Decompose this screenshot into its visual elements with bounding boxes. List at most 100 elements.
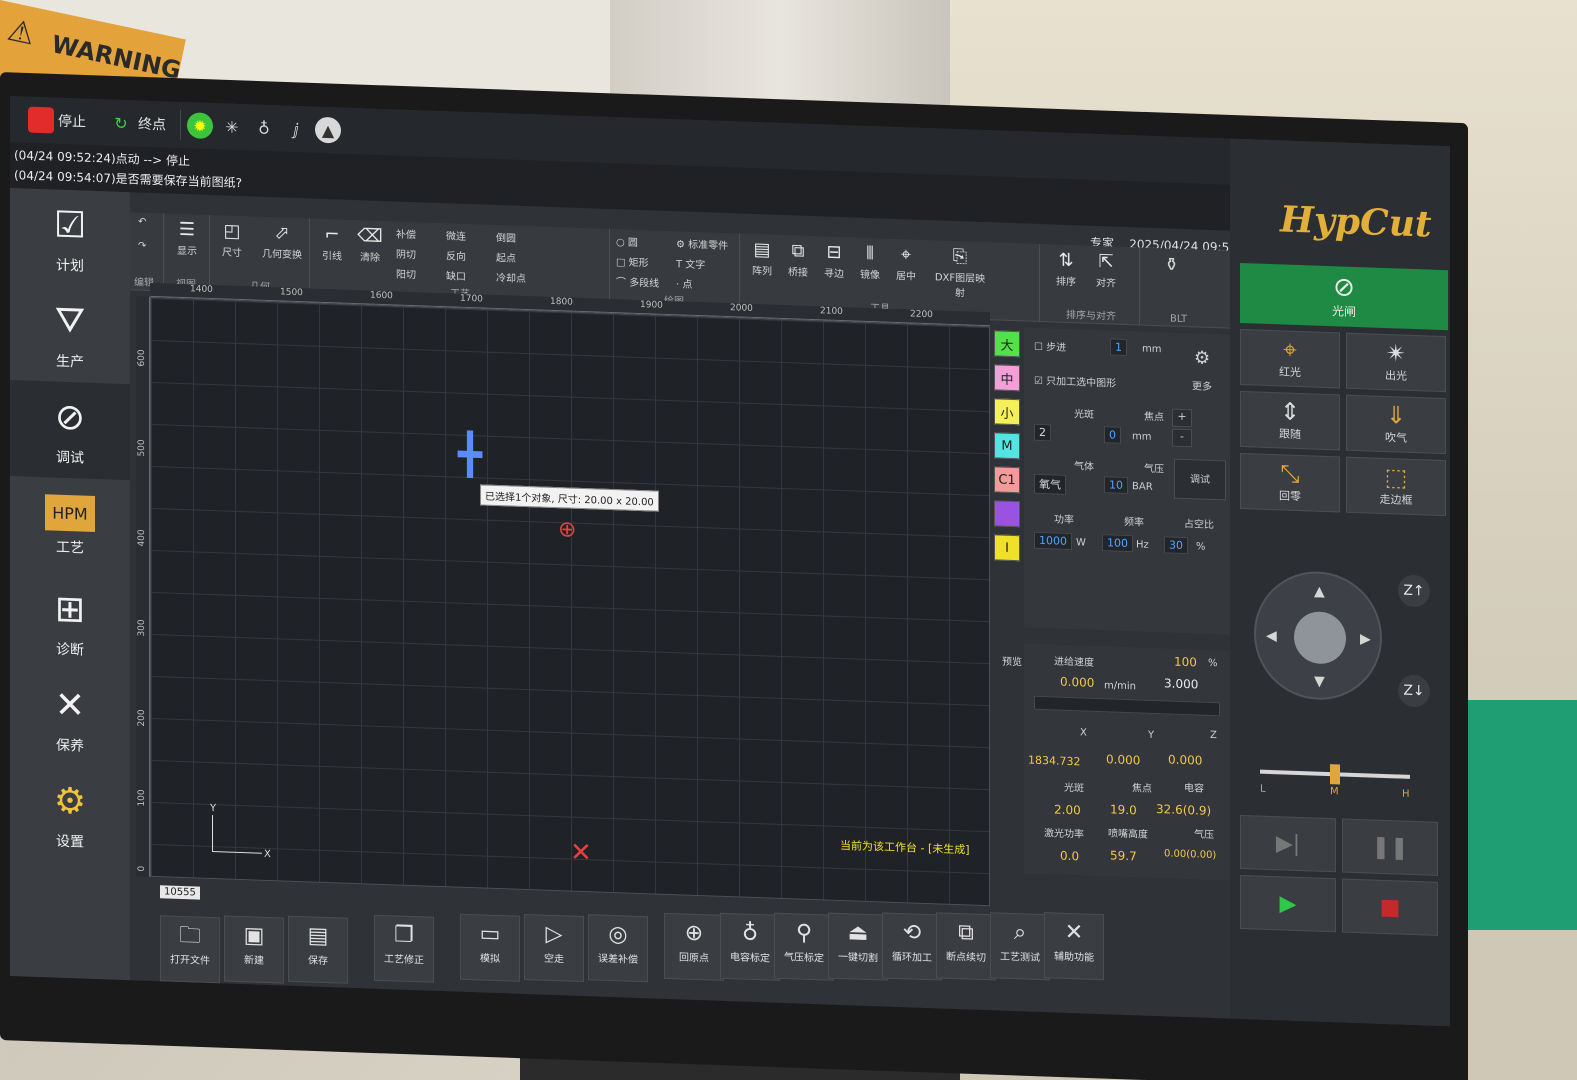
round-corner-button[interactable]: 倒圆 [496,229,516,245]
clear-button[interactable]: ⌫ 清除 [352,224,388,264]
stop-button[interactable]: 停止 [20,99,94,142]
process-correct-button[interactable]: ❐ 工艺修正 [374,914,434,983]
lead-button[interactable]: ⌐ 引线 [314,223,350,263]
nav-process[interactable]: HPM 工艺 [10,476,130,576]
laser-status-icon[interactable]: ✹ [187,112,213,140]
arrow-right-icon[interactable]: ▶ [1360,631,1371,647]
nav-diagnose[interactable]: ⊞ 诊断 [10,572,130,672]
nozzle-select[interactable]: 2 [1034,423,1051,442]
auxiliary-button[interactable]: ✕ 辅助功能 [1044,912,1104,981]
frame-button[interactable]: ⬚ 走边框 [1346,456,1446,517]
text-button[interactable]: T 文字 [676,255,705,271]
arrow-down-icon[interactable]: ▼ [1314,674,1325,690]
undo-icon[interactable]: ↶ [138,216,146,227]
focus-minus-button[interactable]: - [1172,428,1192,448]
gas-select[interactable]: 氧气 [1034,473,1066,495]
follow-button[interactable]: ⇕ 跟随 [1240,390,1340,451]
focus-input[interactable]: 0 [1104,426,1121,444]
arrow-up-icon[interactable]: ▲ [1314,584,1325,600]
z-down-button[interactable]: Z↓ [1398,674,1430,708]
freq-input[interactable]: 100 [1102,534,1133,553]
process-test-button[interactable]: ⌕ 工艺测试 [990,912,1050,981]
align-button[interactable]: ⇱ 对齐 [1088,250,1124,290]
breakpoint-resume-button[interactable]: ⧉ 断点续切 [936,912,996,981]
arrow-left-icon[interactable]: ◀ [1266,628,1277,644]
reverse-button[interactable]: 反向 [446,247,466,263]
capacitance-calibrate-button[interactable]: ♁ 电容标定 [720,912,780,981]
layer-button[interactable] [994,500,1020,528]
step-forward-button[interactable]: ▶| [1240,814,1336,873]
alarm-icon[interactable]: ▲ [315,116,341,144]
error-compensate-button[interactable]: ◎ 误差补偿 [588,914,648,983]
polyline-button[interactable]: ⌒ 多段线 [616,273,659,290]
gear-icon[interactable]: ⚙ [1194,347,1210,369]
nozzle-icon[interactable]: ♁ [251,114,277,141]
bridge-button[interactable]: ⧉ 桥接 [780,239,816,279]
pause-button[interactable]: ❚❚ [1342,818,1438,876]
standard-part-button[interactable]: ⚙ 标准零件 [676,235,728,252]
more-button[interactable]: 更多 [1192,377,1212,393]
sort-button[interactable]: ⇅ 排序 [1048,248,1084,289]
nav-settings[interactable]: ⚙ 设置 [10,764,130,864]
clamp-icon[interactable]: ⅉ [283,116,309,143]
loop-process-button[interactable]: ⟲ 循环加工 [882,912,942,981]
blt-icon[interactable]: ⚱ [1164,254,1179,276]
red-light-button[interactable]: ⌖ 红光 [1240,328,1340,389]
step-checkbox[interactable]: ☐ 步进 [1034,338,1066,354]
only-selected-checkbox[interactable]: ☑ 只加工选中图形 [1034,372,1116,390]
rectangle-button[interactable]: □ 矩形 [616,253,649,269]
start-button[interactable]: ▶ [1240,874,1336,933]
nav-maintain[interactable]: ✕ 保养 [10,668,130,768]
emit-button[interactable]: ✴ 出光 [1346,332,1446,393]
nav-plan[interactable]: ☑ 计划 [10,188,130,288]
pressure-calibrate-button[interactable]: ⚲ 气压标定 [774,912,834,981]
layer-button[interactable]: C1 [994,466,1020,494]
notch-button[interactable]: 缺口 [446,267,466,283]
layer-button[interactable]: 小 [994,398,1020,426]
end-point-button[interactable]: ↻ 终点 [100,102,174,145]
simulate-button[interactable]: ▭ 模拟 [460,913,520,982]
preview-tab[interactable]: 预览 [1002,653,1022,669]
display-button[interactable]: ☰ 显示 [169,218,205,258]
new-button[interactable]: ▣ 新建 [224,915,284,984]
stop-machine-button[interactable]: ■ [1342,878,1438,936]
sparkle-icon[interactable]: ✳ [219,113,245,140]
shutter-button[interactable]: ⊘ 光闸 [1240,262,1448,331]
inner-cut-button[interactable]: 阴切 [396,245,416,261]
seeker-button[interactable]: ⊟ 寻边 [816,240,852,281]
size-button[interactable]: ◰ 尺寸 [214,219,250,259]
home-button[interactable]: ⤡ 回零 [1240,452,1340,513]
drawing-canvas[interactable] [150,296,990,907]
layer-button[interactable]: I [994,534,1020,562]
point-button[interactable]: · 点 [676,275,692,291]
nav-debug[interactable]: ⊘ 调试 [10,380,130,481]
start-point-button[interactable]: 起点 [496,249,516,265]
layer-button[interactable]: M [994,432,1020,460]
power-input[interactable]: 1000 [1034,531,1072,551]
layer-button[interactable]: 中 [994,364,1020,392]
blow-button[interactable]: ⇓ 吹气 [1346,394,1446,455]
center-button[interactable]: ⌖ 居中 [888,243,924,283]
mirror-button[interactable]: ⫴ 镜像 [852,241,888,281]
layer-button[interactable]: 大 [994,330,1020,358]
focus-plus-button[interactable]: + [1172,408,1192,428]
circle-button[interactable]: ○ 圆 [616,233,638,249]
nav-production[interactable]: ⛛ 生产 [10,284,130,384]
dry-run-button[interactable]: ▷ 空走 [524,913,584,983]
open-file-button[interactable]: 🗀 打开文件 [160,915,220,984]
outer-cut-button[interactable]: 阳切 [396,265,416,281]
save-button[interactable]: ▤ 保存 [288,915,348,984]
cooling-point-button[interactable]: 冷却点 [496,269,526,285]
one-key-cut-button[interactable]: ⏏ 一键切割 [828,912,888,981]
geo-transform-button[interactable]: ⬀ 几何变换 [260,221,304,262]
z-up-button[interactable]: Z↑ [1398,574,1430,608]
speed-slider[interactable] [1260,764,1410,785]
microjoint-button[interactable]: 微连 [446,227,466,243]
jog-pad[interactable]: ▲ ▼ ◀ ▶ [1254,569,1382,702]
jog-center[interactable] [1294,610,1346,665]
step-input[interactable]: 1 [1110,338,1127,357]
compensate-button[interactable]: 补偿 [396,225,416,241]
pressure-input[interactable]: 10 [1104,476,1128,495]
array-button[interactable]: ▤ 阵列 [744,238,780,278]
redo-icon[interactable]: ↷ [138,240,146,251]
